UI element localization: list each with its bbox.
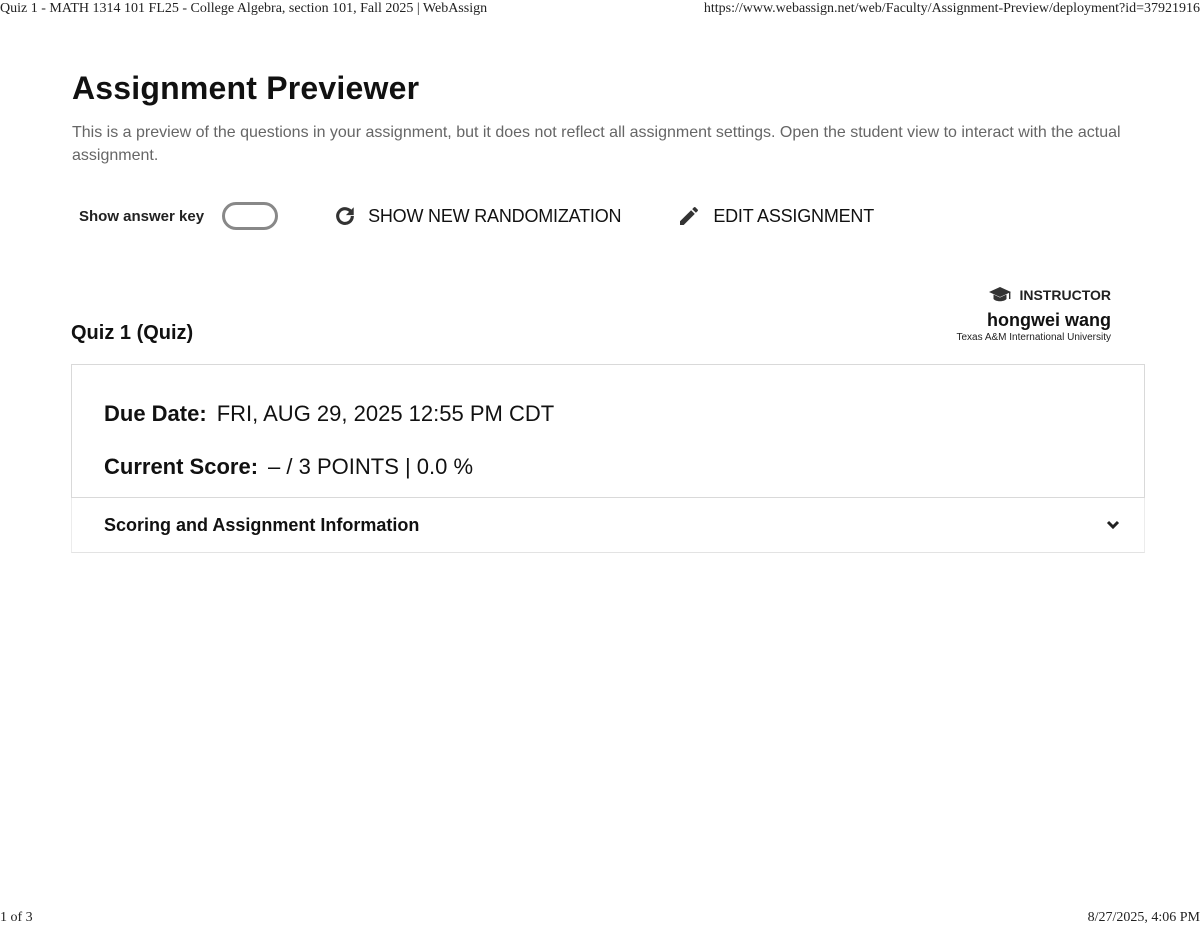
current-score-label: Current Score: — [104, 454, 259, 479]
due-date-label: Due Date: — [104, 401, 207, 426]
instructor-role: INSTRUCTOR — [956, 286, 1111, 304]
show-new-randomization-label: SHOW NEW RANDOMIZATION — [368, 205, 622, 226]
edit-assignment-label: EDIT ASSIGNMENT — [713, 205, 875, 226]
answer-key-label: Show answer key — [79, 207, 205, 225]
instructor-school: Texas A&M International University — [956, 332, 1111, 343]
scoring-info-accordion[interactable]: Scoring and Assignment Information — [71, 498, 1145, 553]
page-title: Assignment Previewer — [72, 70, 420, 106]
print-footer-datetime: 8/27/2025, 4:06 PM — [1087, 910, 1200, 925]
instructor-role-label: INSTRUCTOR — [1019, 287, 1111, 303]
edit-assignment-button[interactable]: EDIT ASSIGNMENT — [677, 204, 874, 228]
due-date-row: Due Date: FRI, AUG 29, 2025 12:55 PM CDT — [104, 401, 554, 427]
refresh-icon — [336, 207, 354, 225]
previewer-toolbar: Show answer key SHOW NEW RANDOMIZATION E… — [79, 199, 874, 233]
page-intro: This is a preview of the questions in yo… — [72, 124, 1121, 164]
assignment-info-card: Due Date: FRI, AUG 29, 2025 12:55 PM CDT … — [71, 364, 1145, 498]
pencil-icon — [680, 207, 699, 225]
answer-key-toggle[interactable] — [222, 202, 279, 230]
show-new-randomization-button[interactable]: SHOW NEW RANDOMIZATION — [334, 205, 622, 227]
due-date-value: FRI, AUG 29, 2025 12:55 PM CDT — [216, 401, 555, 426]
graduation-cap-icon — [989, 287, 1012, 302]
print-header-url: https://www.webassign.net/web/Faculty/As… — [703, 1, 1200, 16]
current-score-value: – / 3 POINTS | 0.0 % — [268, 454, 474, 479]
assignment-title: Quiz 1 (Quiz) — [71, 322, 194, 344]
instructor-name: hongwei wang — [987, 310, 1111, 330]
current-score-row: Current Score: – / 3 POINTS | 0.0 % — [104, 454, 473, 480]
scoring-info-label: Scoring and Assignment Information — [104, 514, 420, 535]
instructor-block: INSTRUCTOR hongwei wang Texas A&M Intern… — [956, 286, 1111, 343]
print-footer-page: 1 of 3 — [0, 910, 33, 925]
chevron-down-icon — [1106, 520, 1120, 530]
print-header-title: Quiz 1 - MATH 1314 101 FL25 - College Al… — [0, 1, 488, 16]
